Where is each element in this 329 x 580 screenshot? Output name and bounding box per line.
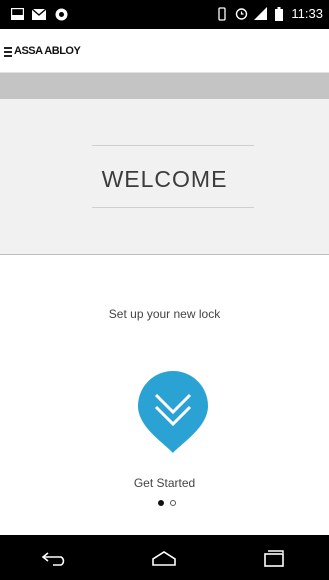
setup-subtitle: Set up your new lock <box>108 307 221 321</box>
page-indicator <box>158 500 176 506</box>
brand-logo: ASSA ABLOY <box>14 45 81 57</box>
welcome-title: WELCOME <box>101 166 228 192</box>
signal-icon <box>253 7 268 21</box>
status-right-icons: 11:33 <box>215 6 323 21</box>
page-dot[interactable] <box>170 500 176 506</box>
navigation-bar <box>0 535 329 580</box>
back-button[interactable] <box>35 542 75 574</box>
page-dot-active[interactable] <box>158 500 164 506</box>
welcome-top-divider <box>92 145 254 146</box>
chrome-icon <box>54 7 68 21</box>
mail-icon <box>32 7 46 21</box>
recents-button[interactable] <box>254 542 294 574</box>
alarm-icon <box>234 7 248 21</box>
home-button[interactable] <box>144 542 184 574</box>
double-chevron-down-icon <box>138 371 208 453</box>
recents-icon <box>264 549 284 567</box>
battery-icon <box>272 6 286 21</box>
header-band <box>0 73 329 99</box>
status-left-icons <box>10 7 68 21</box>
vibrate-icon <box>215 6 229 21</box>
screenshot-icon <box>10 7 24 21</box>
back-icon <box>41 551 65 566</box>
get-started-button[interactable] <box>136 369 210 455</box>
get-started-label: Get Started <box>133 476 196 490</box>
welcome-banner: WELCOME <box>0 99 329 255</box>
welcome-bottom-divider <box>92 207 254 208</box>
status-bar: 11:33 <box>0 0 329 29</box>
hamburger-icon[interactable] <box>4 47 12 57</box>
home-icon <box>152 550 177 566</box>
status-time: 11:33 <box>291 6 323 21</box>
app-bar: ASSA ABLOY <box>0 29 329 73</box>
